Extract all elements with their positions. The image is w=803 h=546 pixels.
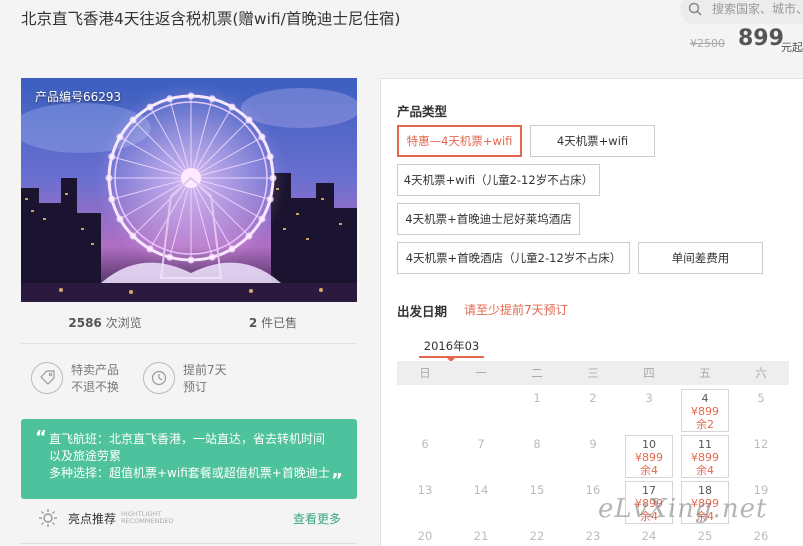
calendar-day: 26	[753, 529, 769, 543]
departure-label: 出发日期	[397, 304, 448, 319]
highlight-title: 亮点推荐	[68, 511, 117, 526]
feature-advance: 提前7天 预订	[143, 362, 255, 410]
tag-icon	[31, 362, 63, 394]
feature-advance-line2: 预订	[183, 380, 208, 394]
weekday-thu: 四	[643, 366, 655, 380]
calendar-day: 1	[533, 391, 541, 405]
clock-icon	[143, 362, 175, 394]
calendar-day: 14	[473, 483, 489, 497]
open-quote-icon: “	[35, 427, 47, 448]
calendar-day-button[interactable]: 4 ¥899 余2	[681, 389, 729, 432]
calendar-day: 9	[589, 437, 597, 451]
product-number: 产品编号66293	[35, 90, 122, 104]
sold-stat: 2 件已售	[189, 314, 357, 331]
weekday-wed: 三	[587, 366, 599, 380]
original-price: ¥2500	[690, 37, 725, 50]
highlight-header: 亮点推荐 HIGHTLIGHT RECOMMENDED	[38, 508, 174, 528]
calendar-day: 25	[697, 529, 713, 543]
price-unit: 元起	[781, 41, 803, 54]
feature-sale: 特卖产品 不退不换	[31, 362, 143, 410]
option-4day-wifi[interactable]: 4天机票+wifi	[530, 125, 655, 157]
calendar-day: 2	[589, 391, 597, 405]
weekday-sun: 日	[419, 366, 431, 380]
calendar-day: 15	[529, 483, 545, 497]
calendar-day: 5	[757, 391, 765, 405]
highlight-en: HIGHTLIGHT RECOMMENDED	[121, 511, 174, 525]
calendar-empty	[453, 385, 509, 431]
search-icon	[688, 2, 702, 16]
views-stat: 2586 次浏览	[21, 314, 189, 331]
option-4day-disney-hotel[interactable]: 4天机票+首晚迪士尼好莱坞酒店	[397, 203, 580, 235]
month-tab[interactable]: 2016年03	[419, 338, 484, 362]
calendar-day-available: 4 ¥899 余2	[677, 385, 733, 432]
calendar-weekdays: 日 一 二 三 四 五 六	[397, 361, 789, 385]
views-count: 2586	[68, 316, 102, 330]
search-bar[interactable]	[680, 0, 803, 24]
calendar-day: 23	[585, 529, 601, 543]
option-4day-wifi-child[interactable]: 4天机票+wifi（儿童2-12岁不占床）	[397, 164, 600, 196]
sun-icon	[39, 509, 57, 527]
product-features: 特卖产品 不退不换 提前7天 预订	[21, 344, 357, 410]
intro-box: “ 直飞航班：北京直飞香港，一站直达，省去转机时间 以及旅途劳累 多种选择：超值…	[21, 419, 357, 499]
see-more-link[interactable]: 查看更多	[293, 510, 341, 527]
highlight-en-2: RECOMMENDED	[121, 517, 174, 525]
calendar-week: 1 2 3 4 ¥899 余2 5	[397, 385, 789, 432]
calendar-day: 7	[477, 437, 485, 451]
current-price: 899	[738, 26, 784, 51]
calendar-day-available: 10 ¥899 余4	[621, 431, 677, 478]
departure-hint: 请至少提前7天预订	[464, 303, 568, 317]
calendar-empty	[397, 385, 453, 431]
close-quote-icon: ”	[331, 470, 343, 491]
product-summary: 产品编号66293 2586 次浏览 2 件已售 特卖产品 不退不换 提前7天 …	[21, 78, 357, 410]
product-stats: 2586 次浏览 2 件已售	[21, 302, 357, 344]
intro-line-2: 以及旅途劳累	[49, 449, 122, 463]
sold-count: 2	[248, 316, 258, 330]
option-4day-hotel-child[interactable]: 4天机票+首晚酒店（儿童2-12岁不占床）	[397, 242, 630, 274]
calendar-day: 8	[533, 437, 541, 451]
watermark: eLvXing.net	[598, 494, 768, 524]
feature-sale-line1: 特卖产品	[71, 363, 120, 377]
weekday-tue: 二	[531, 366, 543, 380]
divider	[21, 543, 357, 544]
calendar-day: 6	[421, 437, 429, 451]
weekday-mon: 一	[475, 366, 487, 380]
weekday-sat: 六	[755, 366, 767, 380]
calendar-day-button[interactable]: 10 ¥899 余4	[625, 435, 673, 478]
sold-label: 件已售	[261, 316, 298, 330]
views-label: 次浏览	[105, 316, 142, 330]
product-image: 产品编号66293	[21, 78, 357, 302]
calendar-day: 3	[645, 391, 653, 405]
feature-sale-line2: 不退不换	[71, 380, 120, 394]
calendar-day: 24	[641, 529, 657, 543]
calendar-day-available: 11 ¥899 余4	[677, 431, 733, 478]
weekday-fri: 五	[699, 366, 711, 380]
intro-line-3: 多种选择：超值机票+wifi套餐或超值机票+首晚迪士	[49, 466, 330, 480]
page-title: 北京直飞香港4天往返含税机票(赠wifi/首晚迪士尼住宿)	[21, 10, 401, 28]
option-single-room-supplement[interactable]: 单间差费用	[638, 242, 763, 274]
calendar-day: 21	[473, 529, 489, 543]
calendar-day-button[interactable]: 11 ¥899 余4	[681, 435, 729, 478]
search-input[interactable]	[712, 2, 803, 16]
ferris-wheel-photo	[21, 78, 357, 302]
calendar-week: 6 7 8 9 10 ¥899 余4 11 ¥899 余4 12	[397, 431, 789, 478]
calendar-day: 13	[417, 483, 433, 497]
product-type-label: 产品类型	[397, 104, 448, 119]
intro-line-1: 直飞航班：北京直飞香港，一站直达，省去转机时间	[49, 432, 326, 446]
calendar-day: 12	[753, 437, 769, 451]
calendar-week: 20 21 22 23 24 25 26	[397, 523, 789, 546]
feature-advance-line1: 提前7天	[183, 363, 227, 377]
booking-panel: 产品类型 特惠—4天机票+wifi 4天机票+wifi 4天机票+wifi（儿童…	[380, 78, 803, 546]
option-special-4day-wifi[interactable]: 特惠—4天机票+wifi	[397, 125, 522, 157]
calendar-day: 22	[529, 529, 545, 543]
calendar-day: 20	[417, 529, 433, 543]
